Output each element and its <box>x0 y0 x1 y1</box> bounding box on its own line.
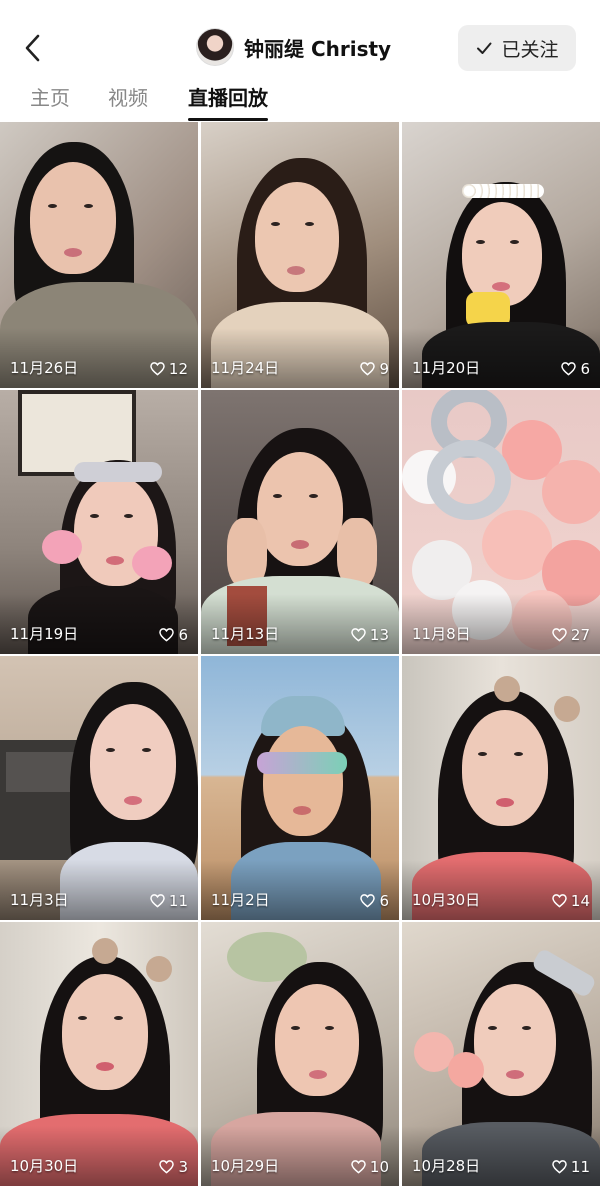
likes-count: 10 <box>369 1158 389 1176</box>
heart-outline-icon <box>351 1160 366 1174</box>
video-thumbnail[interactable]: 11月8日 27 <box>402 390 600 654</box>
likes-count: 3 <box>178 1158 188 1176</box>
video-date: 10月30日 <box>412 891 481 909</box>
video-likes: 11 <box>552 1158 590 1176</box>
video-thumbnail[interactable]: 11月2日 6 <box>201 656 399 920</box>
likes-count: 13 <box>369 626 389 644</box>
likes-count: 11 <box>570 1158 590 1176</box>
video-likes: 6 <box>360 892 389 910</box>
heart-outline-icon <box>552 628 567 642</box>
tab-home[interactable]: 主页 <box>30 82 70 111</box>
video-date: 10月29日 <box>211 1157 280 1175</box>
video-date: 11月8日 <box>412 625 471 643</box>
likes-count: 6 <box>379 892 389 910</box>
heart-outline-icon <box>360 894 376 908</box>
video-date: 11月24日 <box>211 359 280 377</box>
likes-count: 14 <box>570 892 590 910</box>
video-likes: 6 <box>159 626 188 644</box>
heart-outline-icon <box>159 1160 175 1174</box>
likes-count: 9 <box>379 360 389 378</box>
username: 钟丽缇 Christy <box>244 37 392 61</box>
video-likes: 6 <box>561 360 590 378</box>
profile-tabs: 主页 视频 直播回放 <box>0 80 600 121</box>
video-thumbnail[interactable]: 11月19日 6 <box>0 390 198 654</box>
likes-count: 12 <box>168 360 188 378</box>
video-date: 11月26日 <box>10 359 79 377</box>
heart-outline-icon <box>552 894 567 908</box>
number-balloon-icon <box>427 390 511 520</box>
likes-count: 27 <box>570 626 590 644</box>
tab-live-replay[interactable]: 直播回放 <box>188 82 268 121</box>
video-thumbnail[interactable]: 10月30日 14 <box>402 656 600 920</box>
video-date: 10月28日 <box>412 1157 481 1175</box>
video-likes: 10 <box>351 1158 389 1176</box>
likes-count: 11 <box>168 892 188 910</box>
video-thumbnail[interactable]: 11月13日 13 <box>201 390 399 654</box>
video-date: 11月3日 <box>10 891 69 909</box>
likes-count: 6 <box>178 626 188 644</box>
live-replay-grid: 11月26日 12 11月24日 9 11月20日 6 11月19日 6 11月… <box>0 122 600 1188</box>
video-likes: 11 <box>150 892 188 910</box>
follow-button[interactable]: 已关注 <box>458 25 576 71</box>
video-likes: 12 <box>150 360 188 378</box>
video-date: 11月2日 <box>211 891 270 909</box>
video-likes: 9 <box>360 360 389 378</box>
heart-outline-icon <box>552 1160 567 1174</box>
heart-outline-icon <box>150 894 165 908</box>
heart-outline-icon <box>561 362 577 376</box>
check-icon <box>477 42 492 54</box>
back-chevron-icon[interactable] <box>18 32 50 64</box>
avatar[interactable] <box>196 28 234 66</box>
video-likes: 3 <box>159 1158 188 1176</box>
video-likes: 27 <box>552 626 590 644</box>
video-thumbnail[interactable]: 11月20日 6 <box>402 122 600 388</box>
video-likes: 13 <box>351 626 389 644</box>
video-thumbnail[interactable]: 11月24日 9 <box>201 122 399 388</box>
video-thumbnail[interactable]: 10月28日 11 <box>402 922 600 1186</box>
video-thumbnail[interactable]: 10月30日 3 <box>0 922 198 1186</box>
heart-outline-icon <box>159 628 175 642</box>
follow-button-label: 已关注 <box>501 38 559 61</box>
heart-outline-icon <box>150 362 165 376</box>
video-date: 10月30日 <box>10 1157 79 1175</box>
video-thumbnail[interactable]: 10月29日 10 <box>201 922 399 1186</box>
video-likes: 14 <box>552 892 590 910</box>
heart-outline-icon <box>360 362 376 376</box>
video-thumbnail[interactable]: 11月26日 12 <box>0 122 198 388</box>
video-date: 11月19日 <box>10 625 79 643</box>
tab-videos[interactable]: 视频 <box>108 82 148 111</box>
video-date: 11月13日 <box>211 625 280 643</box>
video-date: 11月20日 <box>412 359 481 377</box>
video-thumbnail[interactable]: 11月3日 11 <box>0 656 198 920</box>
heart-outline-icon <box>351 628 366 642</box>
likes-count: 6 <box>580 360 590 378</box>
